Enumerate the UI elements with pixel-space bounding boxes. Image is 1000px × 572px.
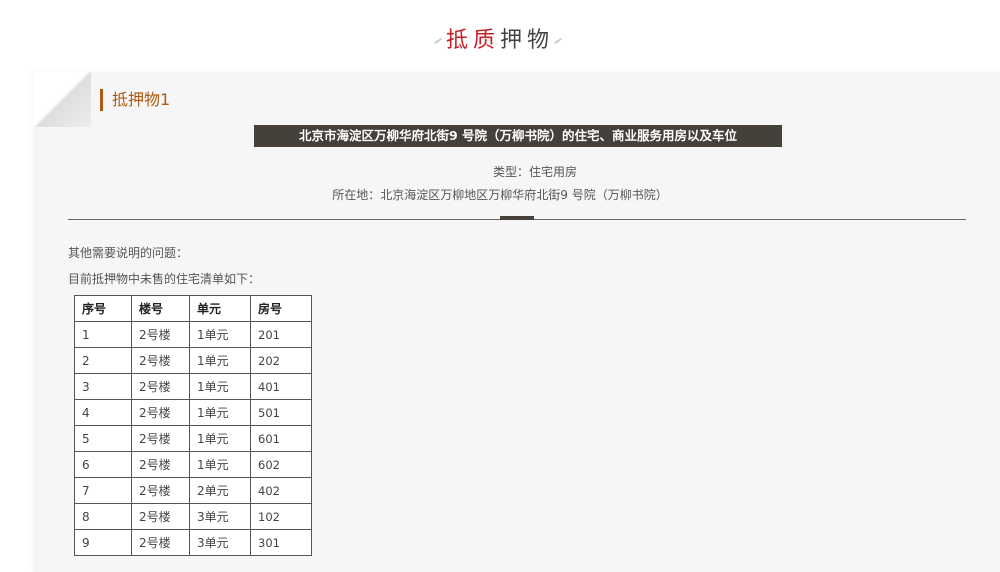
note-other-issues: 其他需要说明的问题： [68, 246, 189, 260]
divider-accent [500, 216, 534, 220]
cell-index: 6 [74, 451, 132, 478]
cell-room: 601 [250, 425, 312, 452]
address-banner: 北京市海淀区万柳华府北街9 号院（万柳书院）的住宅、商业服务用房以及车位 [254, 125, 782, 147]
cell-room: 301 [250, 529, 312, 556]
cell-index: 3 [74, 373, 132, 400]
cell-building: 2号楼 [131, 451, 190, 478]
cell-room: 501 [250, 399, 312, 426]
cell-index: 1 [74, 321, 132, 348]
table-row: 1 2号楼 1单元 201 [74, 321, 312, 348]
table-row: 4 2号楼 1单元 501 [74, 399, 312, 426]
cell-building: 2号楼 [131, 347, 190, 374]
cell-index: 4 [74, 399, 132, 426]
cell-unit: 1单元 [189, 399, 251, 426]
cell-unit: 2单元 [189, 477, 251, 504]
table-row: 9 2号楼 3单元 301 [74, 529, 312, 556]
cell-index: 7 [74, 477, 132, 504]
unsold-housing-table: 序号 楼号 单元 房号 1 2号楼 1单元 201 2 2号楼 1单元 202 … [74, 295, 312, 556]
table-row: 8 2号楼 3单元 102 [74, 503, 312, 530]
cell-index: 8 [74, 503, 132, 530]
cell-room: 201 [250, 321, 312, 348]
cell-unit: 1单元 [189, 451, 251, 478]
title-deco-left-icon [434, 37, 442, 45]
cell-unit: 1单元 [189, 373, 251, 400]
item-heading: 抵押物1 [100, 89, 170, 111]
cell-room: 402 [250, 477, 312, 504]
cell-index: 9 [74, 529, 132, 556]
cell-index: 5 [74, 425, 132, 452]
col-header-unit: 单元 [189, 295, 251, 322]
table-header-row: 序号 楼号 单元 房号 [74, 295, 312, 322]
cell-room: 602 [250, 451, 312, 478]
table-row: 5 2号楼 1单元 601 [74, 425, 312, 452]
section-title: 抵质押物 [0, 26, 1000, 56]
cell-room: 102 [250, 503, 312, 530]
col-header-index: 序号 [74, 295, 132, 322]
cell-unit: 1单元 [189, 347, 251, 374]
cell-unit: 1单元 [189, 321, 251, 348]
col-header-room: 房号 [250, 295, 312, 322]
cell-building: 2号楼 [131, 399, 190, 426]
table-row: 3 2号楼 1单元 401 [74, 373, 312, 400]
property-location: 所在地：北京海淀区万柳地区万柳华府北街9 号院（万柳书院） [332, 188, 668, 202]
col-header-building: 楼号 [131, 295, 190, 322]
cell-building: 2号楼 [131, 503, 190, 530]
cell-unit: 3单元 [189, 503, 251, 530]
cell-building: 2号楼 [131, 321, 190, 348]
table-row: 7 2号楼 2单元 402 [74, 477, 312, 504]
section-title-dark: 押物 [500, 28, 555, 53]
cell-building: 2号楼 [131, 373, 190, 400]
cell-building: 2号楼 [131, 529, 190, 556]
section-title-red: 抵质 [445, 28, 500, 53]
title-deco-right-icon [554, 37, 562, 45]
note-unsold-list: 目前抵押物中未售的住宅清单如下： [68, 272, 261, 286]
cell-building: 2号楼 [131, 425, 190, 452]
page: 抵质押物 抵押物1 北京市海淀区万柳华府北街9 号院（万柳书院）的住宅、商业服务… [0, 0, 1000, 572]
cell-index: 2 [74, 347, 132, 374]
cell-unit: 1单元 [189, 425, 251, 452]
property-type: 类型：住宅用房 [492, 165, 577, 179]
table-row: 6 2号楼 1单元 602 [74, 451, 312, 478]
cell-unit: 3单元 [189, 529, 251, 556]
cell-room: 401 [250, 373, 312, 400]
page-fold-corner [33, 72, 91, 127]
cell-building: 2号楼 [131, 477, 190, 504]
table-row: 2 2号楼 1单元 202 [74, 347, 312, 374]
cell-room: 202 [250, 347, 312, 374]
